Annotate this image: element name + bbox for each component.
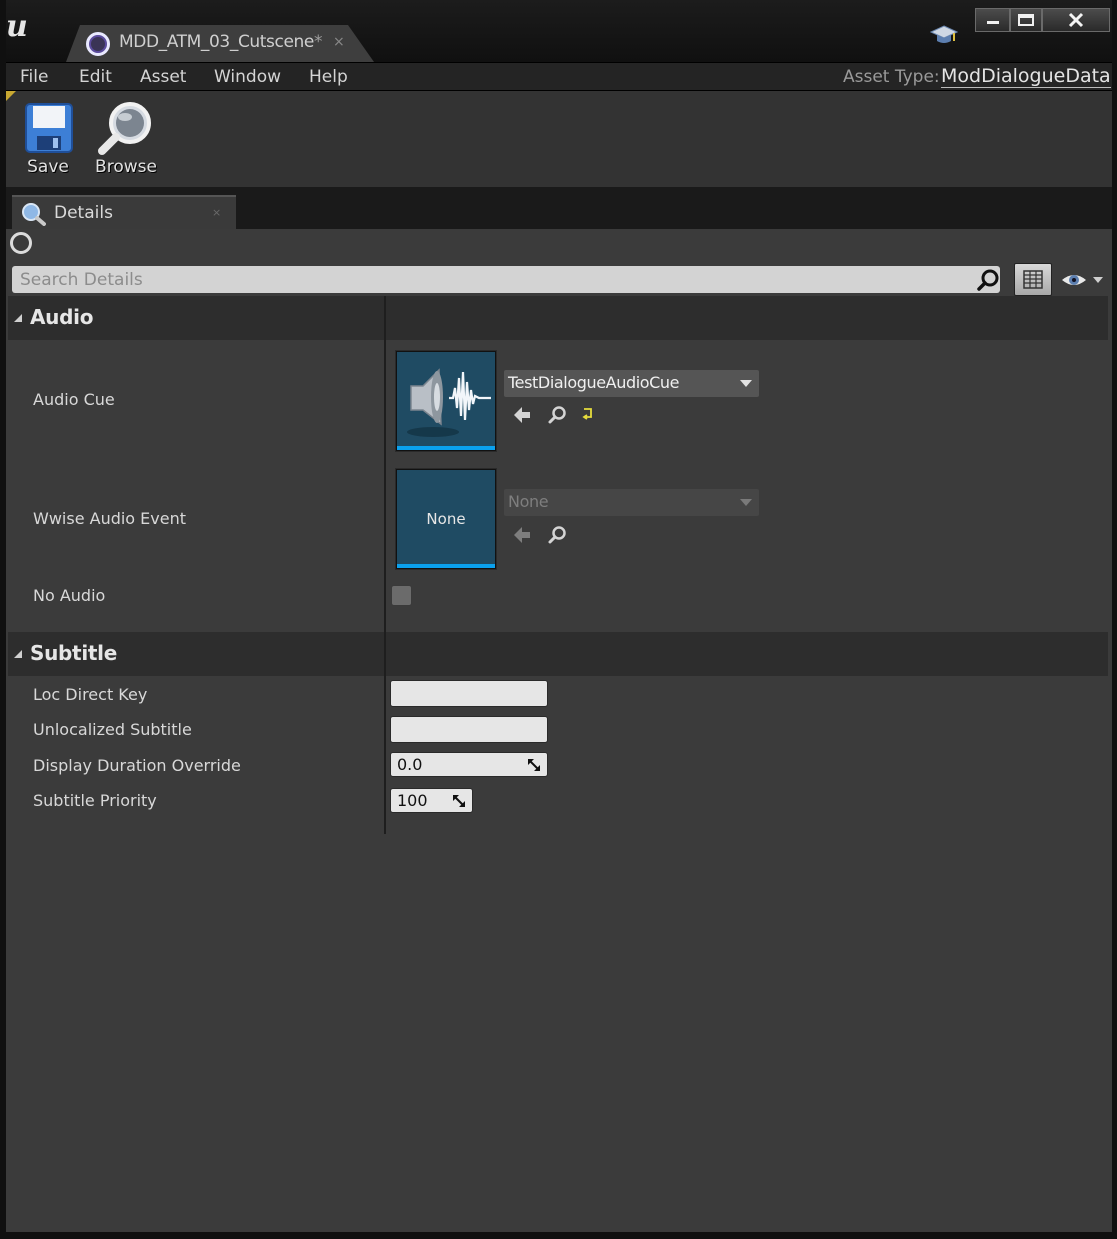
chevron-down-icon — [1093, 277, 1103, 283]
audio-cue-asset-picker[interactable]: TestDialogueAudioCue — [504, 370, 759, 397]
tutorial-graduation-cap-icon[interactable] — [930, 24, 958, 46]
no-audio-label: No Audio — [33, 586, 106, 605]
drag-resize-icon[interactable] — [452, 794, 466, 808]
browse-asset-search-icon[interactable] — [547, 405, 567, 425]
browse-button[interactable]: Browse — [86, 101, 166, 183]
save-button[interactable]: Save — [8, 101, 88, 183]
use-selected-arrow-icon[interactable] — [512, 525, 532, 545]
close-window-button[interactable] — [1042, 8, 1110, 32]
asset-type-label: Asset Type: — [843, 67, 940, 87]
browse-magnifier-icon — [98, 102, 151, 155]
audio-cue-label: Audio Cue — [33, 390, 115, 409]
details-tab-close-button[interactable]: × — [212, 206, 221, 219]
wwise-audio-event-label: Wwise Audio Event — [33, 509, 187, 528]
collapse-arrow-icon — [14, 314, 22, 322]
toolbar-corner-marker — [6, 91, 16, 101]
collapse-arrow-icon — [14, 650, 22, 658]
property-matrix-icon — [1023, 270, 1043, 289]
visibility-filter-button[interactable] — [1060, 269, 1106, 291]
unreal-logo-icon: u — [6, 9, 28, 44]
title-bar: u MDD_ATM_03_Cutscene* × — [0, 0, 1117, 62]
document-tab-label: MDD_ATM_03_Cutscene* — [119, 32, 323, 52]
window-controls — [975, 8, 1112, 34]
no-audio-checkbox[interactable] — [391, 585, 412, 606]
details-panel: Audio Audio Cue TestDialogueAudioCue Wwi… — [6, 229, 1112, 1232]
browse-asset-search-icon[interactable] — [547, 525, 567, 545]
lock-selection-icon[interactable] — [10, 232, 32, 254]
display-duration-override-value: 0.0 — [397, 755, 423, 774]
chevron-down-icon — [740, 380, 752, 387]
unlocalized-subtitle-input[interactable] — [390, 716, 548, 743]
search-bar — [12, 266, 1000, 293]
asset-type-icon — [86, 32, 110, 56]
menu-window[interactable]: Window — [214, 67, 281, 87]
wwise-audio-event-value: None — [508, 492, 549, 511]
maximize-icon — [1018, 14, 1034, 26]
drag-resize-icon[interactable] — [527, 758, 541, 772]
thumbnail-accent-bar — [397, 446, 495, 450]
wwise-thumbnail-none-text: None — [426, 510, 466, 528]
unlocalized-subtitle-label: Unlocalized Subtitle — [33, 720, 192, 739]
speaker-waveform-icon — [407, 368, 491, 437]
search-input[interactable] — [20, 269, 960, 290]
minimize-icon — [986, 21, 999, 24]
subtitle-priority-value: 100 — [397, 791, 428, 810]
use-selected-arrow-icon[interactable] — [512, 405, 532, 425]
subtitle-priority-input[interactable]: 100 — [390, 788, 473, 813]
close-icon — [1068, 12, 1084, 28]
menu-help[interactable]: Help — [309, 67, 348, 87]
display-duration-override-input[interactable]: 0.0 — [390, 752, 548, 777]
asset-type-link[interactable]: ModDialogueData — [941, 66, 1111, 88]
audio-cue-thumbnail[interactable] — [396, 351, 496, 451]
panel-tab-strip: Details × — [6, 187, 1112, 229]
details-tab[interactable]: Details × — [12, 195, 236, 229]
wwise-audio-event-thumbnail[interactable]: None — [396, 469, 496, 569]
thumbnail-accent-bar — [397, 564, 495, 568]
details-tab-label: Details — [54, 203, 113, 223]
toolbar: Save Browse — [6, 91, 1112, 187]
loc-direct-key-input[interactable] — [390, 680, 548, 707]
menu-bar: File Edit Asset Window Help Asset Type: … — [6, 62, 1112, 91]
menu-file[interactable]: File — [20, 67, 48, 87]
details-magnifier-icon — [22, 203, 46, 226]
category-audio-label: Audio — [30, 305, 94, 329]
view-options-button[interactable] — [1014, 263, 1052, 296]
save-floppy-icon — [25, 103, 73, 153]
eye-icon — [1062, 275, 1103, 285]
display-duration-override-label: Display Duration Override — [33, 756, 241, 775]
category-audio-header[interactable]: Audio — [8, 296, 1108, 340]
reset-to-default-icon[interactable] — [581, 407, 595, 421]
loc-direct-key-label: Loc Direct Key — [33, 685, 148, 704]
column-splitter[interactable] — [384, 296, 386, 834]
audio-cue-value: TestDialogueAudioCue — [508, 373, 680, 392]
category-subtitle-label: Subtitle — [30, 641, 117, 665]
document-tab-close-button[interactable]: × — [333, 34, 345, 50]
subtitle-priority-label: Subtitle Priority — [33, 791, 157, 810]
wwise-audio-event-asset-picker[interactable]: None — [504, 489, 759, 516]
browse-label: Browse — [95, 157, 157, 177]
menu-asset[interactable]: Asset — [140, 67, 186, 87]
maximize-button[interactable] — [1010, 8, 1042, 32]
save-label: Save — [27, 157, 69, 177]
chevron-down-icon — [740, 499, 752, 506]
menu-edit[interactable]: Edit — [79, 67, 112, 87]
minimize-button[interactable] — [975, 8, 1010, 32]
search-icon[interactable] — [976, 268, 1000, 292]
category-subtitle-header[interactable]: Subtitle — [8, 632, 1108, 676]
